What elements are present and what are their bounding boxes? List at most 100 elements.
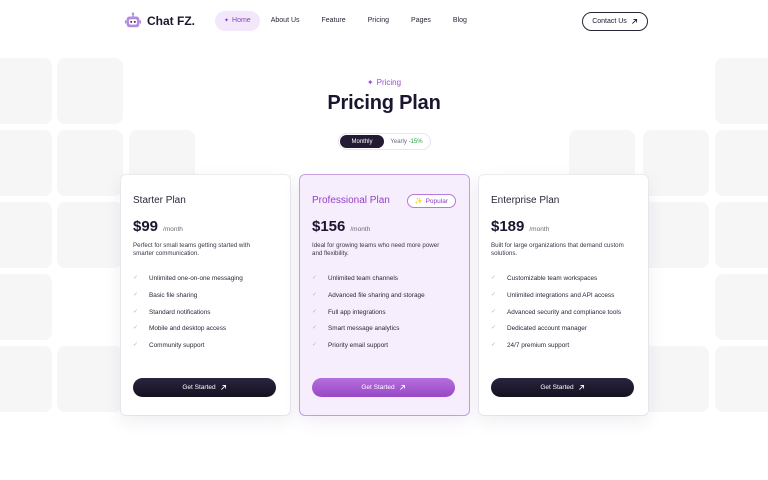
- feature-text: Standard notifications: [149, 308, 211, 316]
- get-started-button[interactable]: Get Started: [312, 378, 455, 397]
- plan-card-starter: Starter Plan $99 /month Perfect for smal…: [121, 175, 290, 415]
- nav-item-pricing[interactable]: Pricing: [357, 11, 400, 31]
- price-amount: $189: [491, 218, 525, 235]
- main-menu: Home About Us Feature Pricing Pages Blog: [215, 11, 478, 31]
- monthly-toggle-button[interactable]: Monthly: [340, 135, 384, 148]
- plan-name: Enterprise Plan: [491, 195, 560, 206]
- top-nav: Chat FZ. Home About Us Feature Pricing P…: [0, 0, 768, 44]
- feature-item: ✓ Smart message analytics: [312, 325, 452, 333]
- feature-item: ✓ 24/7 premium support: [491, 342, 631, 350]
- get-started-button[interactable]: Get Started: [491, 378, 634, 397]
- feature-list: ✓ Unlimited one-on-one messaging ✓ Basic f…: [133, 275, 273, 359]
- feature-item: ✓ Full app integrations: [312, 309, 452, 317]
- feature-item: ✓ Unlimited integrations and API access: [491, 292, 631, 300]
- sparkle-icon: ✨: [414, 198, 423, 205]
- check-icon: ✓: [491, 275, 497, 281]
- feature-list: ✓ Customizable team workspaces ✓ Unlimited…: [491, 275, 631, 359]
- price-period: /month: [163, 226, 183, 233]
- get-started-label: Get Started: [361, 384, 395, 391]
- section-eyebrow: ✦ Pricing: [0, 78, 768, 87]
- arrow-up-right-icon: [399, 384, 405, 390]
- feature-item: ✓ Advanced file sharing and storage: [312, 292, 452, 300]
- sparkle-icon: ✦: [366, 78, 374, 87]
- check-icon: ✓: [312, 342, 318, 349]
- badge-label: Popular: [425, 197, 448, 205]
- feature-item: ✓ Unlimited team channels: [312, 275, 452, 283]
- nav-item-blog[interactable]: Blog: [442, 11, 478, 31]
- page-title: Pricing Plan: [327, 92, 441, 114]
- check-icon: ✓: [312, 291, 318, 298]
- check-icon: ✓: [133, 342, 139, 349]
- robot-icon: [124, 12, 142, 28]
- nav-item-home[interactable]: Home: [215, 11, 260, 31]
- check-icon: ✓: [133, 308, 139, 315]
- feature-item: ✓ Dedicated account manager: [491, 325, 631, 333]
- price-amount: $99: [133, 218, 159, 235]
- feature-text: Advanced file sharing and storage: [328, 291, 425, 299]
- yearly-toggle-button[interactable]: Yearly -15%: [384, 139, 429, 145]
- plan-name: Professional Plan: [312, 195, 390, 206]
- plan-card-enterprise: Enterprise Plan $189 /month Built for la…: [479, 175, 648, 415]
- feature-item: ✓ Unlimited one-on-one messaging: [133, 275, 273, 283]
- get-started-label: Get Started: [182, 384, 216, 391]
- feature-text: Priority email support: [328, 342, 389, 350]
- nav-item-about-us[interactable]: About Us: [260, 11, 311, 31]
- arrow-up-right-icon: [578, 384, 584, 390]
- feature-text: Full app integrations: [328, 308, 386, 316]
- check-icon: ✓: [312, 308, 318, 315]
- get-started-label: Get Started: [540, 384, 574, 391]
- feature-text: Dedicated account manager: [507, 325, 587, 333]
- yearly-discount: -15%: [408, 138, 423, 145]
- plan-card-professional: Professional Plan ✨ Popular $156 /month …: [300, 175, 469, 415]
- feature-list: ✓ Unlimited team channels ✓ Advanced file …: [312, 275, 452, 359]
- feature-text: Customizable team workspaces: [507, 275, 598, 282]
- price-amount: $156: [312, 218, 346, 235]
- feature-item: ✓ Standard notifications: [133, 309, 273, 317]
- feature-text: Basic file sharing: [149, 291, 198, 299]
- contact-us-label: Contact Us: [592, 18, 627, 25]
- check-icon: ✓: [491, 325, 497, 332]
- yearly-label: Yearly: [390, 138, 407, 145]
- plan-description: Built for large organizations that deman…: [491, 242, 624, 257]
- nav-item-pages[interactable]: Pages: [400, 11, 442, 31]
- get-started-button[interactable]: Get Started: [133, 378, 276, 397]
- brand-logo[interactable]: Chat FZ.: [124, 12, 195, 30]
- check-icon: ✓: [133, 275, 139, 281]
- feature-text: Unlimited one-on-one messaging: [149, 275, 243, 282]
- brand-name: Chat FZ.: [147, 14, 195, 28]
- check-icon: ✓: [312, 275, 318, 281]
- check-icon: ✓: [312, 325, 318, 332]
- check-icon: ✓: [491, 342, 497, 349]
- feature-text: Unlimited integrations and API access: [507, 291, 615, 299]
- plan-description: Perfect for small teams getting started …: [133, 242, 250, 257]
- feature-item: ✓ Priority email support: [312, 342, 452, 350]
- plan-description: Ideal for growing teams who need more po…: [312, 242, 440, 257]
- plan-price: $156 /month: [312, 218, 370, 235]
- arrow-up-right-icon: [220, 384, 226, 390]
- check-icon: ✓: [133, 291, 139, 298]
- feature-item: ✓ Basic file sharing: [133, 292, 273, 300]
- plan-name: Starter Plan: [133, 195, 186, 206]
- feature-text: 24/7 premium support: [507, 342, 570, 350]
- check-icon: ✓: [491, 308, 497, 315]
- feature-text: Mobile and desktop access: [149, 325, 227, 333]
- billing-toggle: Monthly Yearly -15%: [338, 133, 431, 150]
- plan-price: $189 /month: [491, 218, 549, 235]
- popular-badge: ✨ Popular: [406, 194, 456, 208]
- nav-item-feature[interactable]: Feature: [311, 11, 357, 31]
- price-period: /month: [529, 226, 550, 233]
- feature-item: ✓ Mobile and desktop access: [133, 325, 273, 333]
- feature-item: ✓ Community support: [133, 342, 273, 350]
- price-period: /month: [350, 226, 371, 233]
- feature-text: Advanced security and compliance tools: [507, 308, 622, 316]
- feature-item: ✓ Advanced security and compliance tools: [491, 309, 631, 317]
- plan-price: $99 /month: [133, 218, 183, 235]
- feature-item: ✓ Customizable team workspaces: [491, 275, 631, 283]
- check-icon: ✓: [491, 291, 497, 298]
- eyebrow-label: Pricing: [376, 78, 402, 87]
- arrow-up-right-icon: [631, 18, 637, 24]
- feature-text: Unlimited team channels: [328, 275, 398, 282]
- contact-us-button[interactable]: Contact Us: [582, 12, 648, 31]
- feature-text: Smart message analytics: [328, 325, 400, 333]
- feature-text: Community support: [149, 342, 205, 350]
